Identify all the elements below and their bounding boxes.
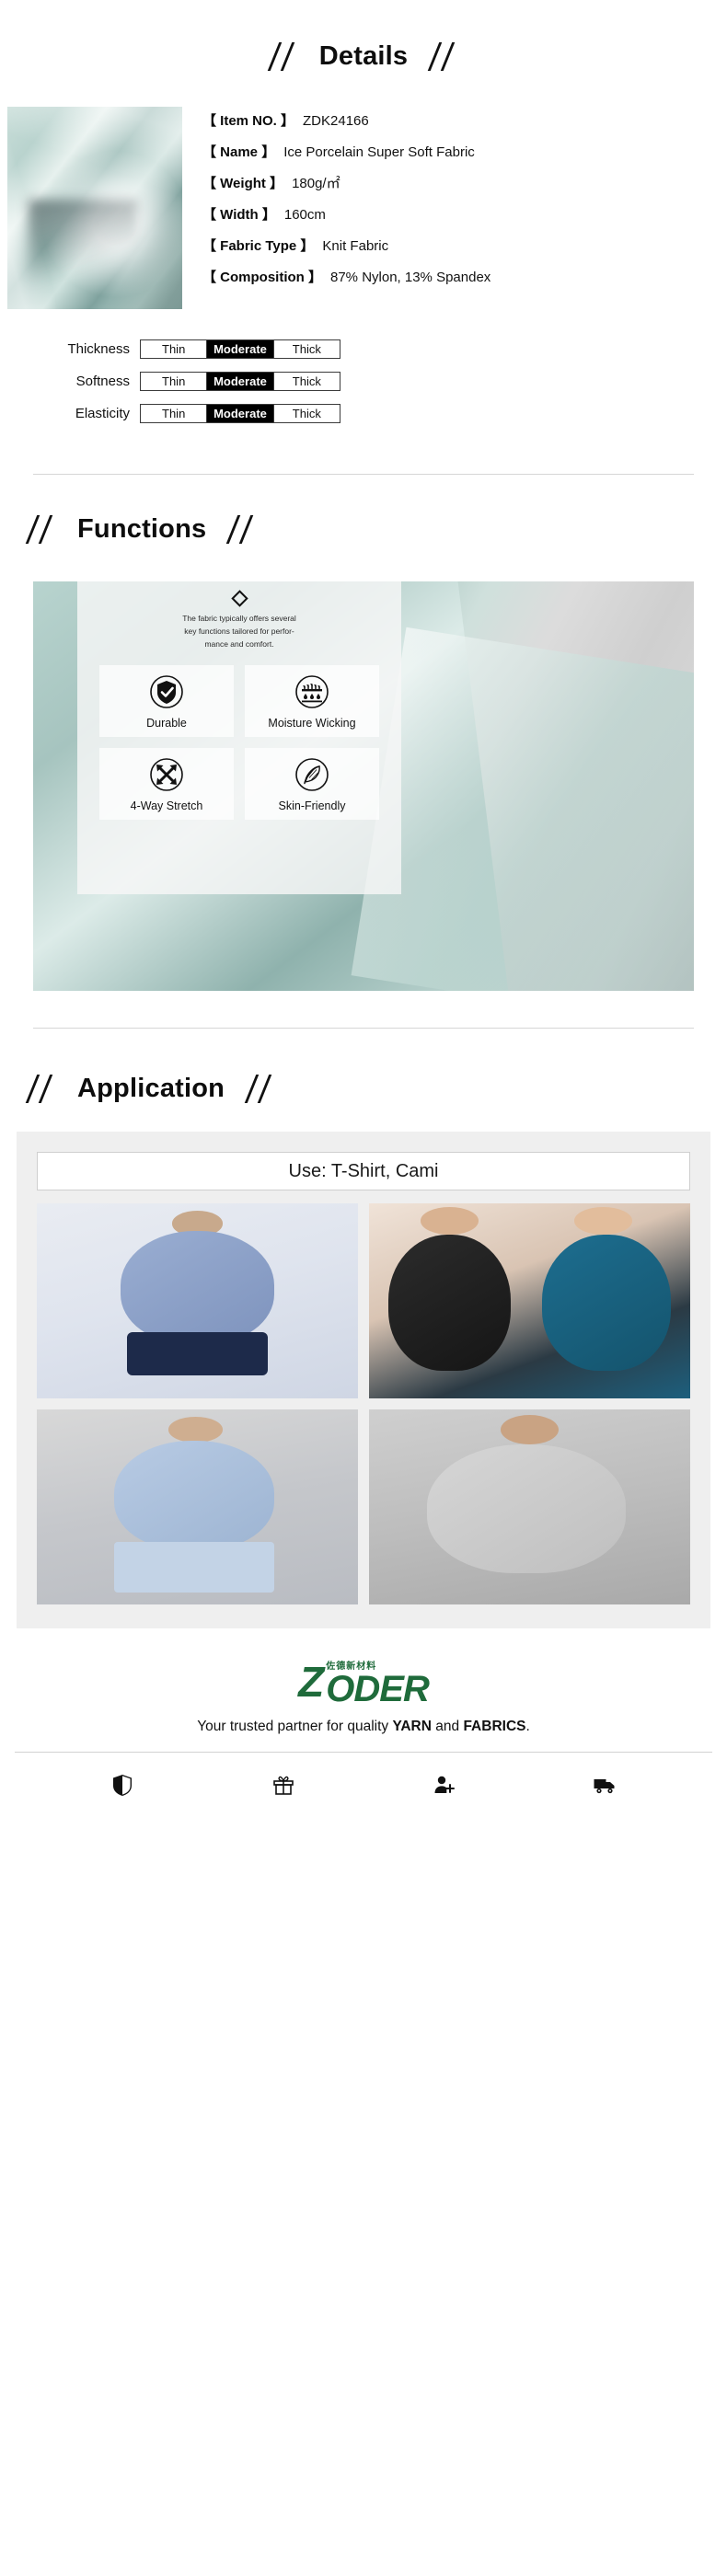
function-label: Moisture Wicking <box>268 716 356 730</box>
slash-decoration-right-icon <box>223 513 261 545</box>
spec-row: 【 Fabric Type 】 Knit Fabric <box>202 236 727 267</box>
rating-option-thick[interactable]: Thick <box>273 405 340 422</box>
rating-row-elasticity: Elasticity Thin Moderate Thick <box>66 397 727 430</box>
moisture-wicking-icon <box>295 674 329 708</box>
function-card-4-way-stretch[interactable]: 4-Way Stretch <box>99 748 234 821</box>
four-way-stretch-icon <box>150 757 183 791</box>
application-section-heading: Application <box>0 1073 727 1104</box>
rating-option-moderate[interactable]: Moderate <box>207 340 274 358</box>
slash-decoration-left-icon <box>264 40 303 72</box>
use-label: Use: T-Shirt, Cami <box>37 1152 690 1190</box>
functions-description: The fabric typically offers several key … <box>182 614 296 649</box>
truck-icon[interactable] <box>593 1773 617 1797</box>
slash-decoration-left-icon <box>22 513 61 545</box>
rating-scale: Thin Moderate Thick <box>140 372 340 391</box>
brand-mark: Z <box>298 1658 324 1706</box>
spec-key: 【 Composition 】 <box>202 270 322 285</box>
feather-icon <box>295 757 329 791</box>
functions-section-heading: Functions <box>0 513 727 545</box>
application-title: Application <box>77 1073 225 1103</box>
brand-logo: Z 佐德新材料 ODER <box>0 1654 727 1709</box>
tagline-prefix: Your trusted partner for quality <box>197 1719 393 1734</box>
footer: Z 佐德新材料 ODER Your trusted partner for qu… <box>0 1654 727 1797</box>
footer-tagline: Your trusted partner for quality YARN an… <box>0 1719 727 1735</box>
details-title: Details <box>318 40 409 71</box>
rating-row-softness: Softness Thin Moderate Thick <box>66 365 727 397</box>
rating-option-moderate[interactable]: Moderate <box>207 373 274 390</box>
rating-label: Elasticity <box>75 406 130 421</box>
spec-value: ZDK24166 <box>303 113 369 129</box>
rating-bars: Thickness Thin Moderate Thick Softness T… <box>0 333 727 430</box>
slash-decoration-left-icon <box>22 1073 61 1104</box>
spec-key: 【 Item NO. 】 <box>202 113 295 129</box>
spec-value: 87% Nylon, 13% Spandex <box>330 270 491 285</box>
rating-option-moderate[interactable]: Moderate <box>207 405 274 422</box>
rating-option-thick[interactable]: Thick <box>273 340 340 358</box>
application-photo-woman-light-blue-tee <box>37 1409 358 1604</box>
gift-icon[interactable] <box>271 1773 295 1797</box>
spec-value: 180g/㎡ <box>292 176 340 191</box>
spec-value: Ice Porcelain Super Soft Fabric <box>283 144 475 160</box>
rating-row-thickness: Thickness Thin Moderate Thick <box>66 333 727 365</box>
spec-value: Knit Fabric <box>322 238 389 254</box>
section-divider <box>33 474 694 475</box>
section-divider <box>33 1028 694 1029</box>
function-card-durable[interactable]: Durable <box>99 665 234 738</box>
rating-option-thin[interactable]: Thin <box>141 405 208 422</box>
spec-key: 【 Fabric Type 】 <box>202 238 315 254</box>
shield-check-icon <box>150 674 183 708</box>
rating-label: Softness <box>75 374 130 389</box>
rating-scale: Thin Moderate Thick <box>140 404 340 423</box>
rating-option-thick[interactable]: Thick <box>273 373 340 390</box>
tagline-yarn: YARN <box>392 1719 432 1734</box>
function-card-moisture-wicking[interactable]: Moisture Wicking <box>245 665 379 738</box>
application-photo-man-grey-tshirt <box>369 1409 690 1604</box>
tagline-mid: and <box>431 1719 464 1734</box>
functions-overlay-panel: The fabric typically offers several key … <box>77 581 401 894</box>
functions-title: Functions <box>77 513 207 544</box>
spec-value: 160cm <box>283 207 326 223</box>
slash-decoration-right-icon <box>241 1073 280 1104</box>
function-label: Durable <box>146 716 187 730</box>
application-photo-two-women-cami <box>369 1203 690 1398</box>
brand-name: ODER <box>326 1668 430 1709</box>
function-card-skin-friendly[interactable]: Skin-Friendly <box>245 748 379 821</box>
footer-icon-row <box>0 1753 727 1797</box>
shield-icon[interactable] <box>110 1773 134 1797</box>
spec-row: 【 Weight 】 180g/㎡ <box>202 173 727 204</box>
application-photo-woman-blue-tshirt <box>37 1203 358 1398</box>
spec-key: 【 Name 】 <box>202 144 276 160</box>
rating-option-thin[interactable]: Thin <box>141 373 208 390</box>
functions-background-photo: The fabric typically offers several key … <box>33 581 694 991</box>
spec-key: 【 Weight 】 <box>202 176 284 191</box>
function-label: 4-Way Stretch <box>130 799 203 812</box>
slash-decoration-right-icon <box>424 40 463 72</box>
application-photo-grid <box>37 1203 690 1604</box>
spec-row: 【 Composition 】 87% Nylon, 13% Spandex <box>202 267 727 298</box>
application-panel: Use: T-Shirt, Cami <box>17 1132 710 1628</box>
tagline-fabrics: FABRICS <box>463 1719 526 1734</box>
spec-row: 【 Width 】 160cm <box>202 204 727 236</box>
product-detail-page: Details 【 Item NO. 】 ZDK24166 【 Name 】 I… <box>0 0 727 2576</box>
spec-row: 【 Item NO. 】 ZDK24166 <box>202 110 727 142</box>
tagline-suffix: . <box>525 1719 530 1734</box>
fabric-swatch-image <box>7 107 182 309</box>
spec-key: 【 Width 】 <box>202 207 276 223</box>
functions-grid: Durable Moisture Wicking 4-Way Stretch S… <box>92 665 387 821</box>
user-add-icon[interactable] <box>432 1773 456 1797</box>
rating-label: Thickness <box>67 341 130 357</box>
rating-scale: Thin Moderate Thick <box>140 339 340 359</box>
details-section-heading: Details <box>0 40 727 72</box>
spec-list: 【 Item NO. 】 ZDK24166 【 Name 】 Ice Porce… <box>182 107 727 309</box>
details-body: 【 Item NO. 】 ZDK24166 【 Name 】 Ice Porce… <box>0 107 727 309</box>
spec-row: 【 Name 】 Ice Porcelain Super Soft Fabric <box>202 142 727 173</box>
function-label: Skin-Friendly <box>278 799 346 812</box>
diamond-bullet-icon <box>230 590 248 607</box>
rating-option-thin[interactable]: Thin <box>141 340 208 358</box>
